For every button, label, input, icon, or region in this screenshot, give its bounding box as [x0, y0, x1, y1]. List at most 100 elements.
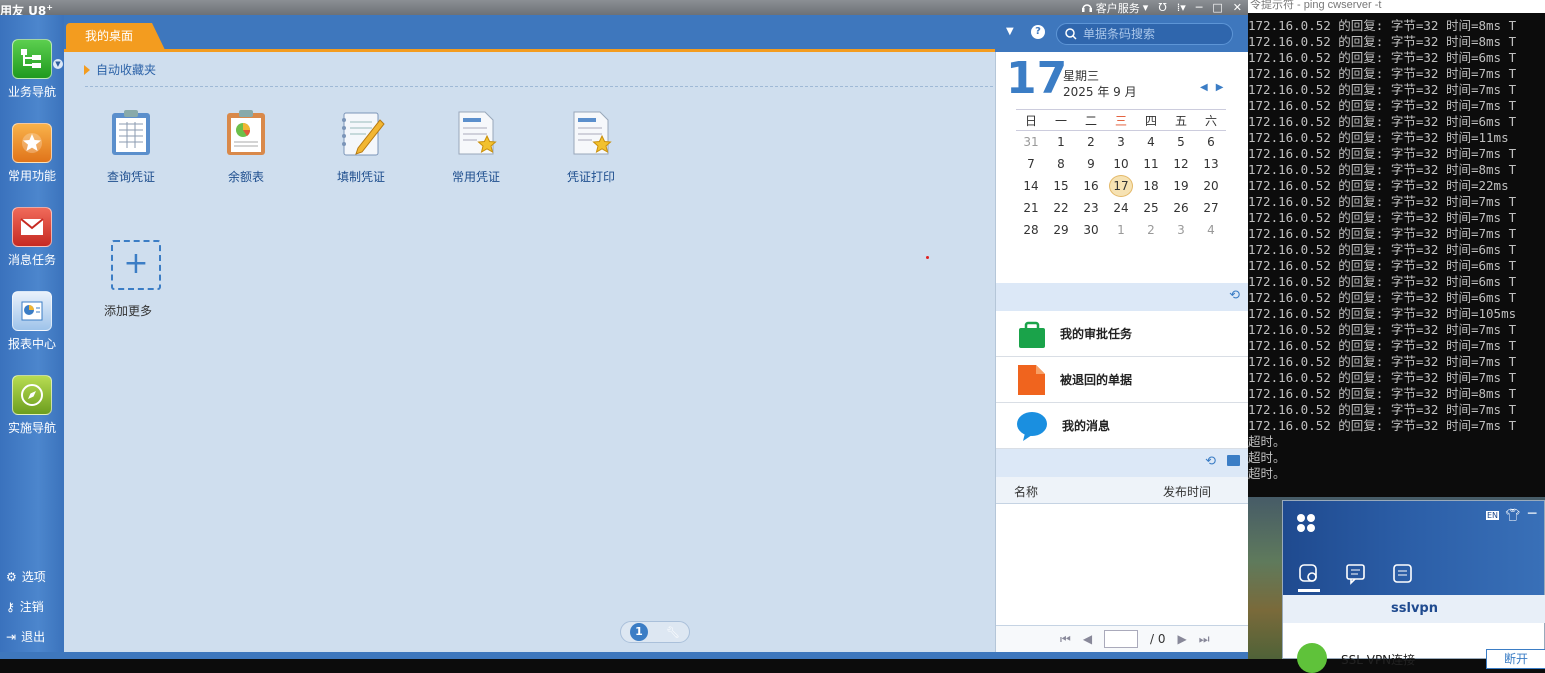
calendar-day[interactable]: 4 [1196, 223, 1226, 237]
shirt-icon[interactable]: 👕︎ [1505, 508, 1520, 522]
refresh-icon[interactable]: ⟲ [1229, 288, 1240, 303]
calendar-day[interactable]: 23 [1076, 201, 1106, 215]
exit-button[interactable]: ⇥ 退出 [6, 628, 45, 645]
calendar-day[interactable]: 6 [1196, 135, 1226, 149]
task-my-approvals[interactable]: 我的审批任务 [996, 311, 1248, 357]
refresh-icon[interactable]: ⟲ [1205, 454, 1216, 469]
calendar-day[interactable]: 24 [1106, 201, 1136, 215]
help-circle-icon[interactable]: ? [1031, 25, 1045, 39]
sidebar-item-report-center[interactable]: 报表中心 [0, 291, 64, 352]
maximize-icon[interactable]: □ [1212, 1, 1222, 14]
app-label: 查询凭证 [106, 170, 155, 184]
weekday-header: 二 [1084, 113, 1097, 128]
headset-icon [1081, 4, 1092, 12]
calendar-day[interactable]: 2 [1136, 223, 1166, 237]
calendar-day[interactable]: 15 [1046, 179, 1076, 193]
calendar-day[interactable]: 19 [1166, 179, 1196, 193]
calendar-day[interactable]: 18 [1136, 179, 1166, 193]
calendar-day[interactable]: 12 [1166, 157, 1196, 171]
prev-month-icon[interactable]: ◀ [1200, 82, 1208, 93]
title-bar: 用友 U8+ 客户服务 ▾ Ʊ ⁞▾ ─ □ ✕ [0, 0, 1248, 18]
minimize-icon[interactable]: ─ [1196, 1, 1203, 14]
app-query-voucher[interactable]: 查询凭证 [96, 108, 166, 185]
calendar-day[interactable]: 3 [1106, 135, 1136, 149]
message-tab-icon[interactable] [1345, 563, 1367, 585]
calendar-day[interactable]: 10 [1106, 157, 1136, 171]
app-print-voucher[interactable]: 凭证打印 [556, 108, 626, 185]
console-line: 超时。 [1248, 450, 1286, 465]
minimize-icon[interactable]: ─ [1528, 506, 1536, 522]
task-my-messages[interactable]: 我的消息 [996, 403, 1248, 449]
calendar-day[interactable]: 7 [1016, 157, 1046, 171]
column-name[interactable]: 名称 [1014, 483, 1038, 500]
help-icon[interactable]: Ʊ [1158, 1, 1166, 14]
app-common-voucher[interactable]: 常用凭证 [441, 108, 511, 185]
favorites-header[interactable]: 自动收藏夹 [84, 61, 156, 78]
balance-sheet-icon [221, 108, 271, 158]
sidebar-item-business-nav[interactable]: ▼ 业务导航 [0, 39, 64, 100]
calendar-day[interactable]: 20 [1196, 179, 1226, 193]
calendar-day[interactable]: 28 [1016, 223, 1046, 237]
next-month-icon[interactable]: ▶ [1216, 82, 1224, 93]
calendar-day[interactable]: 21 [1016, 201, 1046, 215]
sidebar-item-implementation-nav[interactable]: 实施导航 [0, 375, 64, 436]
calendar-week-row: 31 1 2 3 4 5 6 [1016, 131, 1226, 153]
sidebar-item-common-functions[interactable]: 常用功能 [0, 123, 64, 184]
console-line: 172.16.0.52 的回复: 字节=32 时间=8ms T [1248, 34, 1517, 49]
calendar-day[interactable]: 1 [1106, 223, 1136, 237]
calendar-day[interactable]: 16 [1076, 179, 1106, 193]
console-line: 172.16.0.52 的回复: 字节=32 时间=6ms T [1248, 274, 1517, 289]
console-line: 172.16.0.52 的回复: 字节=32 时间=7ms T [1248, 226, 1517, 241]
log-tab-icon[interactable] [1392, 563, 1414, 585]
search-input[interactable]: 单据条码搜索 [1056, 23, 1233, 45]
book-icon[interactable] [1227, 455, 1240, 466]
close-icon[interactable]: ✕ [1233, 1, 1242, 14]
calendar-day[interactable]: 5 [1166, 135, 1196, 149]
chevron-down-icon[interactable]: ▼ [53, 59, 63, 69]
customer-service-menu[interactable]: 客户服务 ▾ [1081, 0, 1148, 16]
calendar-day[interactable]: 2 [1076, 135, 1106, 149]
first-page-icon[interactable]: ⏮ [1060, 632, 1071, 647]
last-page-icon[interactable]: ⏭ [1199, 632, 1210, 647]
calendar-day[interactable]: 27 [1196, 201, 1226, 215]
sidebar-item-message-tasks[interactable]: 消息任务 [0, 207, 64, 268]
calendar-day[interactable]: 11 [1136, 157, 1166, 171]
more-icon[interactable]: ⁞▾ [1177, 1, 1186, 14]
disconnect-button[interactable]: 断开 [1486, 649, 1545, 669]
wrench-icon[interactable]: 🔧︎ [666, 626, 680, 639]
calendar-day[interactable]: 31 [1016, 135, 1046, 149]
tab-my-desktop[interactable]: 我的桌面 [66, 23, 166, 52]
calendar-week-row: 28 29 30 1 2 3 4 [1016, 219, 1226, 241]
calendar-day[interactable]: 17 [1109, 175, 1133, 197]
calendar-header-row: 日一二三四五六 [1016, 109, 1226, 131]
column-publish-time[interactable]: 发布时间 [1163, 483, 1211, 500]
calendar-day[interactable]: 14 [1016, 179, 1046, 193]
app-fill-voucher[interactable]: 填制凭证 [326, 108, 396, 185]
calendar-day[interactable]: 1 [1046, 135, 1076, 149]
options-button[interactable]: ⚙ 选项 [6, 568, 46, 585]
calendar-day[interactable]: 26 [1166, 201, 1196, 215]
calendar-day[interactable]: 30 [1076, 223, 1106, 237]
console-line: 172.16.0.52 的回复: 字节=32 时间=7ms T [1248, 194, 1517, 209]
calendar-day[interactable]: 13 [1196, 157, 1226, 171]
connection-tab-icon[interactable] [1298, 563, 1320, 585]
page-1-button[interactable]: 1 [630, 623, 648, 641]
app-balance-sheet[interactable]: 余额表 [211, 108, 281, 185]
add-more-button[interactable]: + [111, 240, 161, 290]
next-page-icon[interactable]: ▶ [1178, 632, 1187, 646]
page-number-input[interactable] [1104, 630, 1139, 648]
logout-button[interactable]: ⚷ 注销 [6, 598, 44, 615]
calendar-day[interactable]: 8 [1046, 157, 1076, 171]
compass-icon [12, 375, 52, 415]
task-returned-documents[interactable]: 被退回的单据 [996, 357, 1248, 403]
prev-page-icon[interactable]: ◀ [1083, 632, 1092, 646]
calendar-day[interactable]: 25 [1136, 201, 1166, 215]
calendar-day[interactable]: 3 [1166, 223, 1196, 237]
calendar-day[interactable]: 29 [1046, 223, 1076, 237]
console-title: 令提示符 - ping cwserver -t [1248, 0, 1545, 13]
language-toggle[interactable]: EN [1486, 511, 1500, 520]
calendar-day[interactable]: 22 [1046, 201, 1076, 215]
chevron-down-icon[interactable]: ▼ [1006, 26, 1014, 37]
calendar-day[interactable]: 9 [1076, 157, 1106, 171]
calendar-day[interactable]: 4 [1136, 135, 1166, 149]
